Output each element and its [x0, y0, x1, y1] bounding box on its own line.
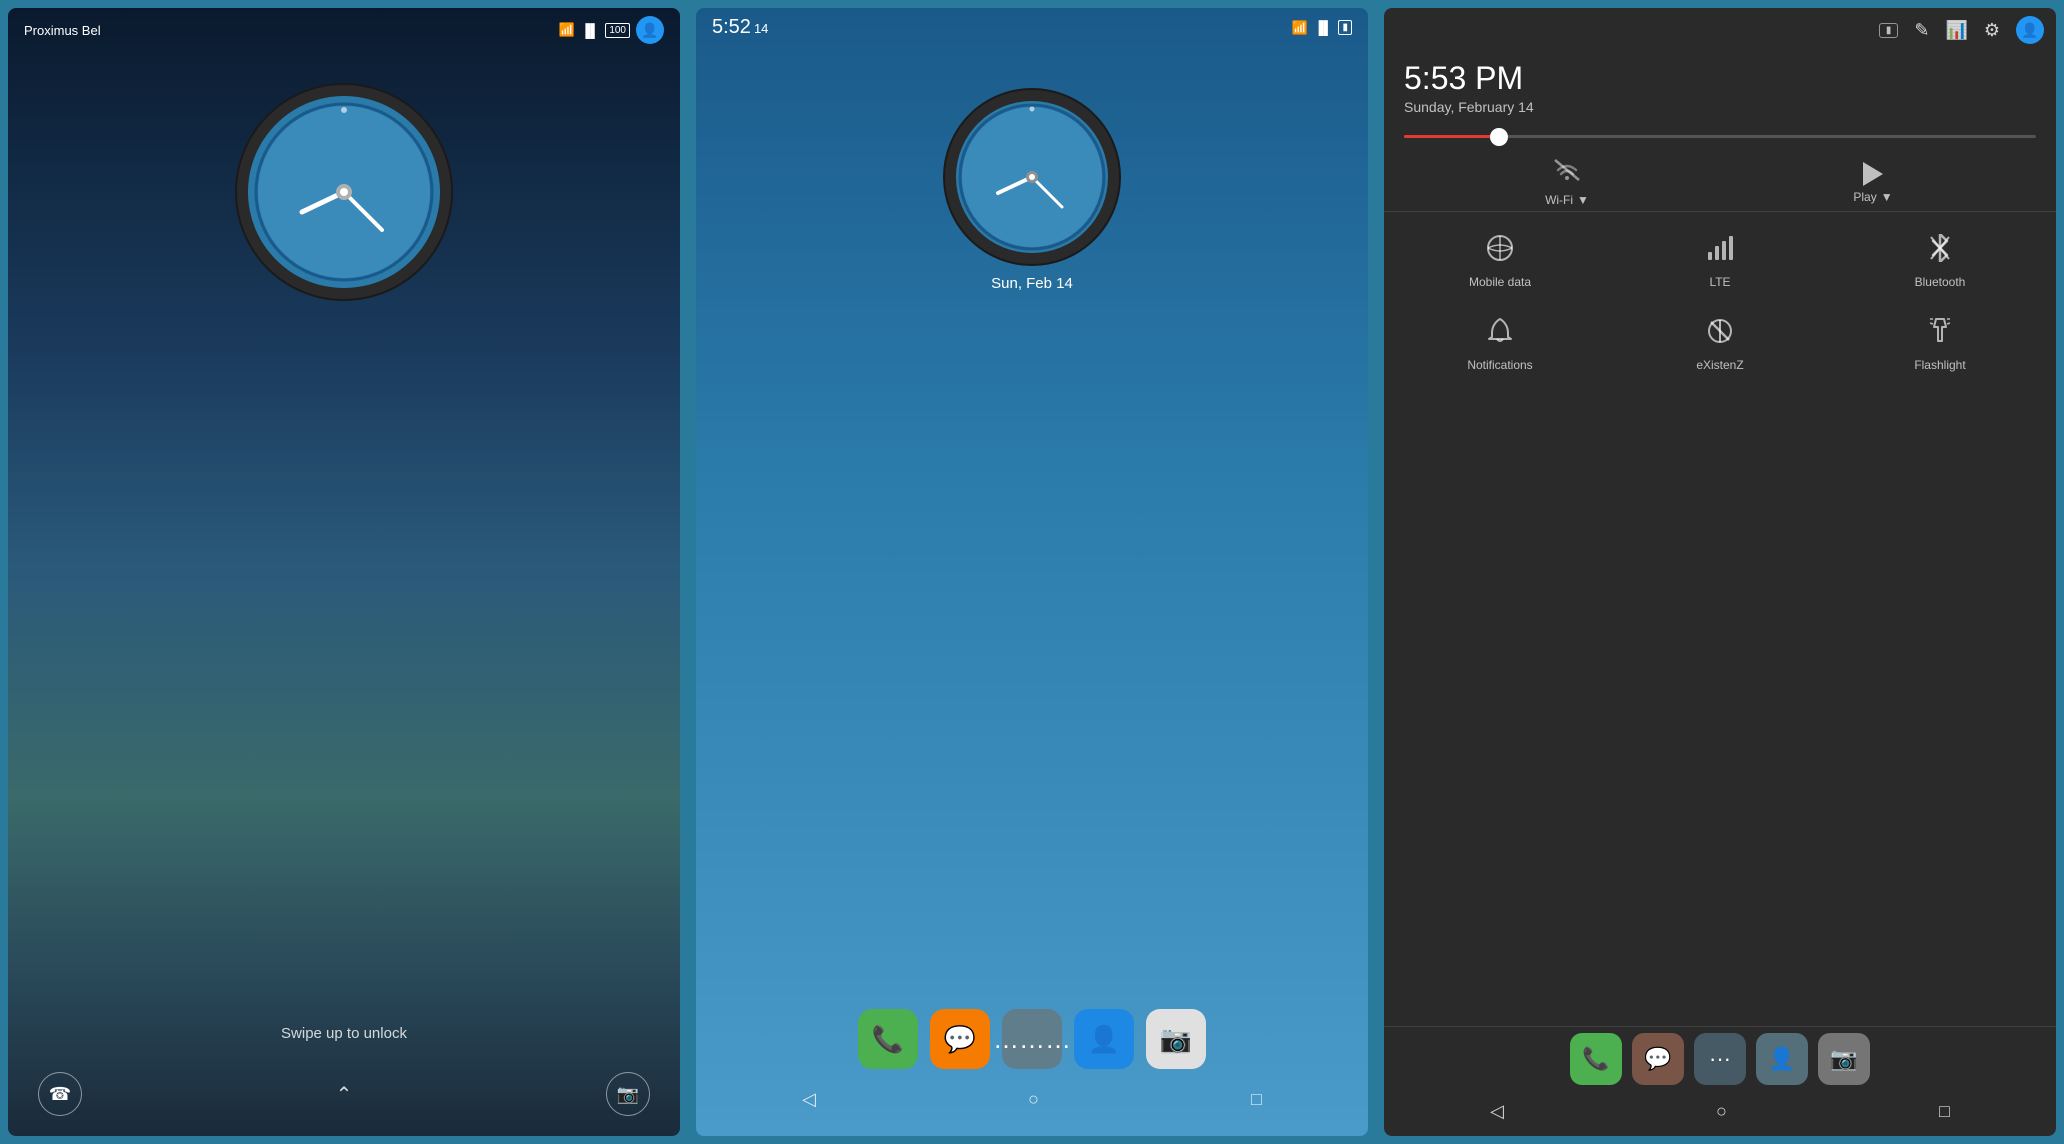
home-clock-face — [942, 87, 1122, 267]
home-screen-panel: 5:52 14 📶 ▐▌ ▮ Sun, Feb 14 — [696, 8, 1368, 1136]
edit-icon[interactable]: ✎ — [1914, 20, 1929, 41]
home-clock-container: Sun, Feb 14 — [696, 87, 1368, 292]
play-chevron: ▼ — [1881, 190, 1893, 204]
wifi-off-icon — [1553, 158, 1581, 189]
stats-icon[interactable]: 📊 — [1945, 20, 1967, 41]
home-date: Sun, Feb 14 — [991, 275, 1073, 292]
wifi-icon-home: 📶 — [1292, 20, 1308, 36]
play-quick-tile[interactable]: Play ▼ — [1720, 162, 2026, 204]
home-time-suffix: 14 — [754, 21, 768, 36]
notifications-icon — [1486, 317, 1514, 352]
play-label: Play — [1853, 190, 1876, 204]
existenz-tile[interactable]: eXistenZ — [1614, 307, 1826, 382]
flashlight-label: Flashlight — [1914, 358, 1965, 372]
drawer-dock-apps[interactable]: ··· — [1694, 1033, 1746, 1085]
lte-label: LTE — [1709, 275, 1730, 289]
lock-clock-svg — [234, 82, 454, 302]
chevron-up-icon[interactable]: ⌃ — [336, 1082, 353, 1107]
drawer-avatar[interactable]: 👤 — [2016, 16, 2044, 44]
settings-icon[interactable]: ⚙ — [1984, 20, 2000, 41]
bluetooth-label: Bluetooth — [1915, 275, 1966, 289]
lock-clock-face — [234, 82, 454, 302]
nav-recent-drawer[interactable]: □ — [1939, 1101, 1950, 1122]
drawer-dock-phone[interactable]: 📞 — [1570, 1033, 1622, 1085]
notification-drawer-panel: ▮ ✎ 📊 ⚙ 👤 5:53 PM Sunday, February 14 — [1384, 8, 2056, 1136]
carrier-name: Proximus Bel — [24, 23, 101, 38]
nav-back-drawer[interactable]: ◁ — [1490, 1101, 1504, 1122]
lock-bottom-bar: ☎ ⌃ 📷 — [8, 1062, 680, 1136]
status-bar-home: 5:52 14 📶 ▐▌ ▮ — [696, 8, 1368, 47]
play-icon — [1863, 162, 1883, 186]
signal-icon: ▐▌ — [581, 23, 599, 38]
flashlight-tile[interactable]: Flashlight — [1834, 307, 2046, 382]
lock-screen-panel: Proximus Bel 📶 ▐▌ 100 👤 — [8, 8, 680, 1136]
dock-camera[interactable]: 📷 — [1146, 1009, 1206, 1069]
nav-home-drawer[interactable]: ○ — [1716, 1101, 1727, 1122]
lte-icon — [1705, 234, 1735, 269]
battery-pill-icon: ▮ — [1879, 23, 1899, 38]
battery-home: ▮ — [1338, 20, 1352, 35]
lte-tile[interactable]: LTE — [1614, 224, 1826, 299]
dock-apps[interactable]: ……… — [1002, 1009, 1062, 1069]
nav-bar-home: ◁ ○ □ — [696, 1077, 1368, 1126]
nav-back-home[interactable]: ◁ — [802, 1089, 816, 1110]
nav-bar-drawer: ◁ ○ □ — [1384, 1091, 2056, 1136]
wifi-chevron: ▼ — [1577, 193, 1589, 207]
drawer-dock: 📞 💬 ··· 👤 📷 — [1384, 1026, 2056, 1091]
bluetooth-tile[interactable]: Bluetooth — [1834, 224, 2046, 299]
drawer-dock-contacts[interactable]: 👤 — [1756, 1033, 1808, 1085]
mobile-data-tile[interactable]: Mobile data — [1394, 224, 1606, 299]
wifi-label: Wi-Fi — [1545, 193, 1573, 207]
quick-row: Wi-Fi ▼ Play ▼ — [1384, 150, 2056, 212]
mobile-data-icon — [1485, 234, 1515, 269]
dock-phone[interactable]: 📞 — [858, 1009, 918, 1069]
home-time: 5:52 — [712, 16, 751, 39]
dock-area: 📞 💬 ……… 👤 📷 ◁ ○ □ — [696, 1001, 1368, 1136]
slider-track[interactable] — [1404, 135, 2036, 138]
battery-indicator: 100 — [605, 23, 630, 38]
status-bar-lock: Proximus Bel 📶 ▐▌ 100 👤 — [8, 8, 680, 52]
flashlight-icon — [1928, 317, 1952, 352]
avatar[interactable]: 👤 — [636, 16, 664, 44]
drawer-dock-camera[interactable]: 📷 — [1818, 1033, 1870, 1085]
drawer-time-area: 5:53 PM Sunday, February 14 — [1384, 52, 2056, 127]
dock-icons: 📞 💬 ……… 👤 📷 — [696, 1001, 1368, 1077]
dock-contacts[interactable]: 👤 — [1074, 1009, 1134, 1069]
phone-icon-button[interactable]: ☎ — [38, 1072, 82, 1116]
quick-tiles-grid: Mobile data LTE — [1384, 212, 2056, 394]
existenz-icon — [1706, 317, 1734, 352]
slider-thumb[interactable] — [1490, 128, 1508, 146]
notifications-tile[interactable]: Notifications — [1394, 307, 1606, 382]
slider-fill — [1404, 135, 1499, 138]
nav-recent-home[interactable]: □ — [1251, 1089, 1262, 1110]
notifications-label: Notifications — [1467, 358, 1532, 372]
drawer-time: 5:53 PM — [1404, 60, 2036, 97]
nav-home-home[interactable]: ○ — [1028, 1089, 1039, 1110]
wifi-icon: 📶 — [559, 22, 575, 38]
dock-messenger[interactable]: 💬 — [930, 1009, 990, 1069]
bluetooth-icon — [1928, 234, 1952, 269]
camera-icon-button[interactable]: 📷 — [606, 1072, 650, 1116]
wifi-quick-tile[interactable]: Wi-Fi ▼ — [1414, 158, 1720, 207]
signal-icon-home: ▐▌ — [1314, 20, 1332, 35]
swipe-unlock-text: Swipe up to unlock — [8, 1025, 680, 1042]
drawer-date: Sunday, February 14 — [1404, 99, 2036, 115]
lock-clock-container — [8, 82, 680, 302]
existenz-label: eXistenZ — [1696, 358, 1743, 372]
home-clock-svg — [942, 87, 1122, 267]
brightness-slider[interactable] — [1384, 127, 2056, 150]
drawer-dock-messenger[interactable]: 💬 — [1632, 1033, 1684, 1085]
mobile-data-label: Mobile data — [1469, 275, 1531, 289]
drawer-top-bar: ▮ ✎ 📊 ⚙ 👤 — [1384, 8, 2056, 52]
